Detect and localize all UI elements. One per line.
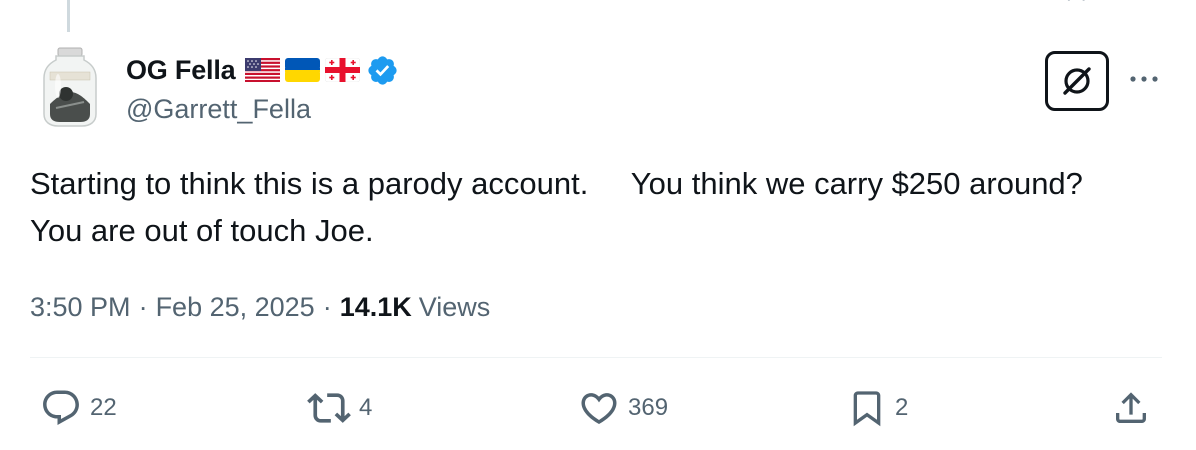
divider bbox=[30, 357, 1162, 358]
share-button[interactable] bbox=[1111, 385, 1151, 431]
tweet-time[interactable]: 3:50 PM bbox=[30, 292, 131, 323]
tweet-text: Starting to think this is a parody accou… bbox=[30, 166, 1091, 248]
retweet-icon bbox=[307, 393, 351, 423]
retweet-count: 4 bbox=[359, 394, 373, 421]
heart-icon bbox=[581, 393, 617, 425]
verified-badge-icon[interactable] bbox=[366, 54, 399, 87]
reply-icon bbox=[43, 390, 79, 425]
reply-count: 22 bbox=[90, 394, 117, 421]
more-icon bbox=[1130, 76, 1158, 82]
ukraine-flag-icon bbox=[285, 58, 321, 82]
us-flag-icon bbox=[245, 58, 281, 82]
tweet-date[interactable]: Feb 25, 2025 bbox=[156, 292, 315, 323]
name-row: OG Fella bbox=[126, 50, 399, 90]
author-block: OG Fella @Garrett_Fella bbox=[126, 50, 399, 125]
meta-separator: · bbox=[322, 291, 332, 322]
like-button[interactable]: 369 bbox=[578, 385, 668, 431]
bookmark-button[interactable]: 2 bbox=[847, 385, 908, 431]
bookmark-icon bbox=[853, 391, 881, 427]
grok-icon bbox=[1063, 67, 1091, 95]
georgia-flag-icon bbox=[325, 58, 361, 82]
thread-connector-line bbox=[67, 0, 70, 32]
like-count: 369 bbox=[628, 394, 669, 421]
tweet-metadata: 3:50 PM · Feb 25, 2025 · 14.1K Views bbox=[30, 285, 490, 329]
flag-emojis bbox=[245, 58, 361, 82]
previous-tweet-dots: ‧ ‧ bbox=[1066, 0, 1089, 10]
retweet-button[interactable]: 4 bbox=[307, 385, 372, 431]
user-handle[interactable]: @Garrett_Fella bbox=[126, 94, 399, 125]
views-label[interactable]: Views bbox=[419, 292, 491, 323]
views-count[interactable]: 14.1K bbox=[340, 292, 412, 323]
share-icon bbox=[1116, 392, 1146, 423]
display-name[interactable]: OG Fella bbox=[126, 55, 236, 86]
avatar[interactable] bbox=[38, 46, 102, 130]
grok-button[interactable] bbox=[1045, 51, 1109, 111]
more-options-button[interactable] bbox=[1124, 64, 1164, 94]
meta-separator: · bbox=[138, 291, 148, 322]
bookmark-count: 2 bbox=[895, 394, 909, 421]
reply-button[interactable]: 22 bbox=[40, 385, 117, 431]
action-bar: 22 4 369 2 bbox=[0, 385, 1196, 435]
